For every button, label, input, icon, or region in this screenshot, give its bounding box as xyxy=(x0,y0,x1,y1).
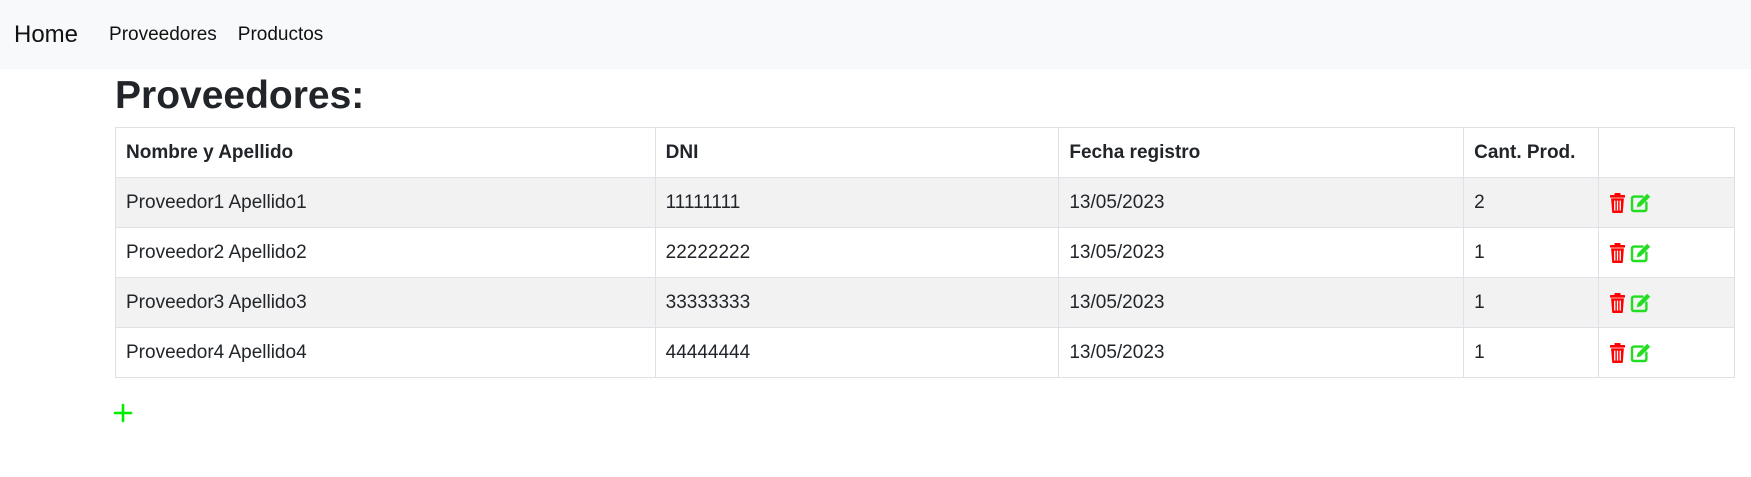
page-title: Proveedores: xyxy=(115,74,365,117)
nav-home-link[interactable]: Home xyxy=(14,21,78,49)
cell-date: 13/05/2023 xyxy=(1058,277,1465,328)
cell-date: 13/05/2023 xyxy=(1058,327,1465,378)
edit-icon[interactable] xyxy=(1630,293,1651,313)
navbar: Home Proveedores Productos xyxy=(0,0,1751,69)
cell-actions xyxy=(1598,327,1735,378)
trash-icon[interactable] xyxy=(1609,242,1626,263)
cell-actions xyxy=(1598,227,1735,278)
add-provider-button[interactable] xyxy=(113,403,133,423)
cell-dni: 22222222 xyxy=(654,227,1060,278)
cell-count: 1 xyxy=(1463,227,1600,278)
table-row: Proveedor3 Apellido3 33333333 13/05/2023… xyxy=(115,277,1735,328)
trash-icon[interactable] xyxy=(1609,192,1626,213)
cell-dni: 11111111 xyxy=(654,177,1060,228)
cell-name: Proveedor4 Apellido4 xyxy=(115,327,656,378)
edit-icon[interactable] xyxy=(1630,193,1651,213)
cell-name: Proveedor2 Apellido2 xyxy=(115,227,656,278)
header-dni: DNI xyxy=(654,127,1060,178)
header-date: Fecha registro xyxy=(1058,127,1465,178)
table-header-row: Nombre y Apellido DNI Fecha registro Can… xyxy=(115,127,1735,178)
edit-icon[interactable] xyxy=(1630,343,1651,363)
edit-icon[interactable] xyxy=(1630,243,1651,263)
trash-icon[interactable] xyxy=(1609,342,1626,363)
plus-icon xyxy=(113,403,133,423)
cell-dni: 44444444 xyxy=(654,327,1060,378)
cell-name: Proveedor1 Apellido1 xyxy=(115,177,656,228)
cell-date: 13/05/2023 xyxy=(1058,177,1465,228)
table-row: Proveedor2 Apellido2 22222222 13/05/2023… xyxy=(115,227,1735,278)
cell-date: 13/05/2023 xyxy=(1058,227,1465,278)
trash-icon[interactable] xyxy=(1609,292,1626,313)
providers-table: Nombre y Apellido DNI Fecha registro Can… xyxy=(115,127,1735,378)
cell-count: 2 xyxy=(1463,177,1600,228)
cell-actions xyxy=(1598,277,1735,328)
cell-actions xyxy=(1598,177,1735,228)
nav-links: Proveedores Productos xyxy=(109,24,344,46)
cell-dni: 33333333 xyxy=(654,277,1060,328)
header-count: Cant. Prod. xyxy=(1463,127,1600,178)
header-name: Nombre y Apellido xyxy=(115,127,656,178)
cell-count: 1 xyxy=(1463,277,1600,328)
cell-count: 1 xyxy=(1463,327,1600,378)
table-row: Proveedor4 Apellido4 44444444 13/05/2023… xyxy=(115,327,1735,378)
nav-link-proveedores[interactable]: Proveedores xyxy=(109,24,217,46)
header-actions xyxy=(1598,127,1735,178)
nav-link-productos[interactable]: Productos xyxy=(238,24,324,46)
cell-name: Proveedor3 Apellido3 xyxy=(115,277,656,328)
table-row: Proveedor1 Apellido1 11111111 13/05/2023… xyxy=(115,177,1735,228)
